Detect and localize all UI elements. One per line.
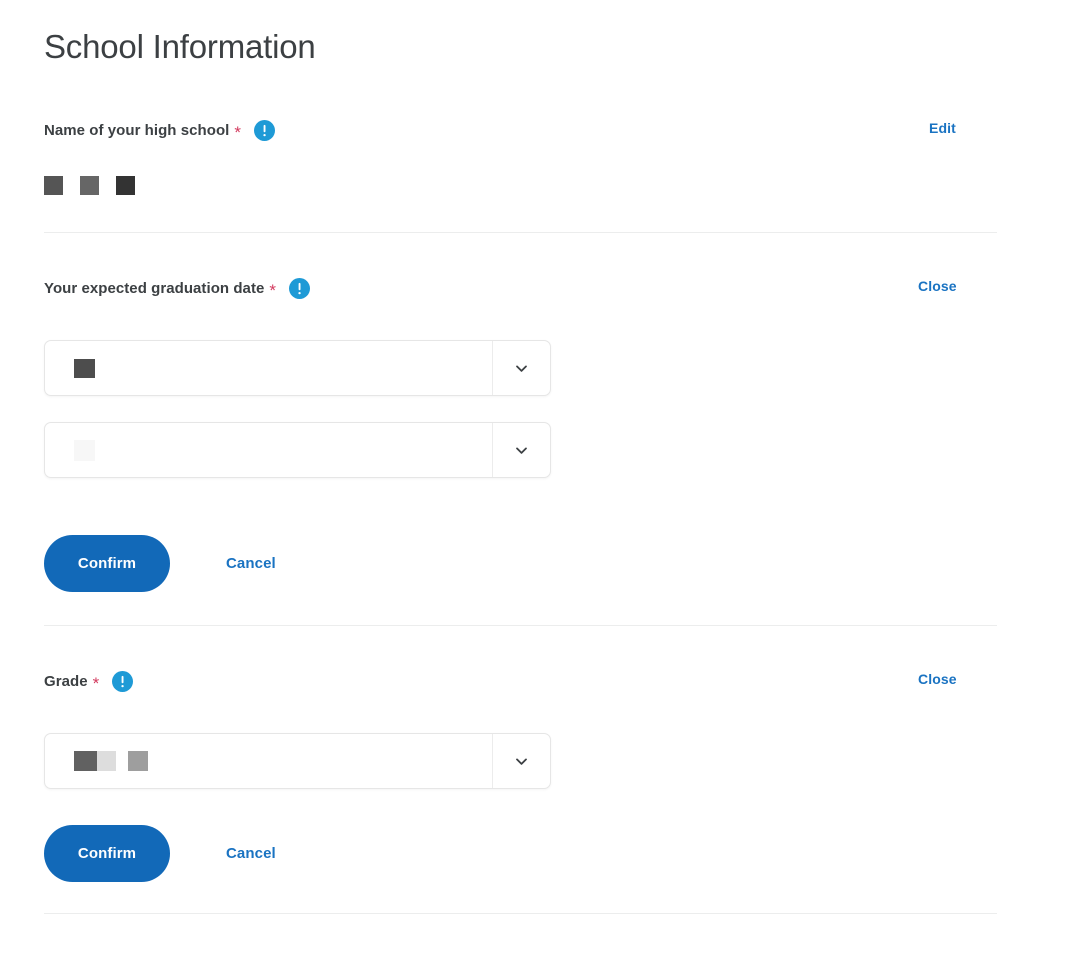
required-asterisk: * [269, 280, 277, 300]
redacted-school-name-value [44, 176, 135, 195]
redaction-block [116, 176, 135, 195]
grade-select[interactable] [44, 733, 551, 789]
redaction-block [74, 358, 95, 378]
redaction-block [44, 176, 63, 195]
chevron-down-icon[interactable] [492, 734, 550, 788]
close-link-grade[interactable]: Close [918, 671, 957, 687]
field-label-row: Grade * [44, 669, 134, 693]
cancel-button-graduation-date[interactable]: Cancel [226, 555, 276, 572]
redaction-block [97, 751, 116, 771]
redaction-block [128, 751, 148, 771]
section-grade: Grade * Close Confirm Cancel [0, 669, 1080, 882]
graduation-year-select[interactable] [44, 422, 551, 478]
graduation-month-select[interactable] [44, 340, 551, 396]
info-exclamation-icon[interactable] [289, 277, 311, 299]
field-label: Grade [44, 672, 88, 690]
section-divider [44, 913, 997, 914]
confirm-button-graduation-date[interactable]: Confirm [44, 535, 170, 592]
section-divider [44, 625, 997, 626]
grade-actions: Confirm Cancel [44, 825, 276, 882]
section-divider [44, 232, 997, 233]
field-label-row: Your expected graduation date * [44, 276, 311, 300]
field-label-row: Name of your high school * [44, 118, 276, 142]
field-label: Name of your high school [44, 121, 230, 139]
redaction-block [74, 439, 95, 461]
chevron-down-icon[interactable] [492, 423, 550, 477]
required-asterisk: * [234, 122, 242, 142]
info-exclamation-icon[interactable] [254, 119, 276, 141]
required-asterisk: * [92, 673, 100, 693]
section-graduation-date: Your expected graduation date * Close Co… [0, 276, 1080, 592]
chevron-down-icon[interactable] [492, 341, 550, 395]
graduation-date-actions: Confirm Cancel [44, 535, 276, 592]
close-link-graduation-date[interactable]: Close [918, 278, 957, 294]
cancel-button-grade[interactable]: Cancel [226, 845, 276, 862]
select-value [45, 341, 492, 395]
confirm-button-grade[interactable]: Confirm [44, 825, 170, 882]
section-header: Grade * Close [0, 669, 1080, 693]
field-label: Your expected graduation date [44, 279, 265, 297]
select-value [45, 734, 492, 788]
section-header: Your expected graduation date * Close [0, 276, 1080, 300]
info-exclamation-icon[interactable] [112, 670, 134, 692]
school-information-page: School Information Name of your high sch… [0, 0, 1080, 966]
edit-link-school-name[interactable]: Edit [929, 120, 956, 136]
redaction-block [80, 176, 99, 195]
section-header: Name of your high school * Edit [0, 118, 1080, 142]
redaction-block [74, 751, 97, 771]
page-title: School Information [44, 28, 316, 65]
section-school-name: Name of your high school * Edit [0, 118, 1080, 195]
select-value [45, 423, 492, 477]
